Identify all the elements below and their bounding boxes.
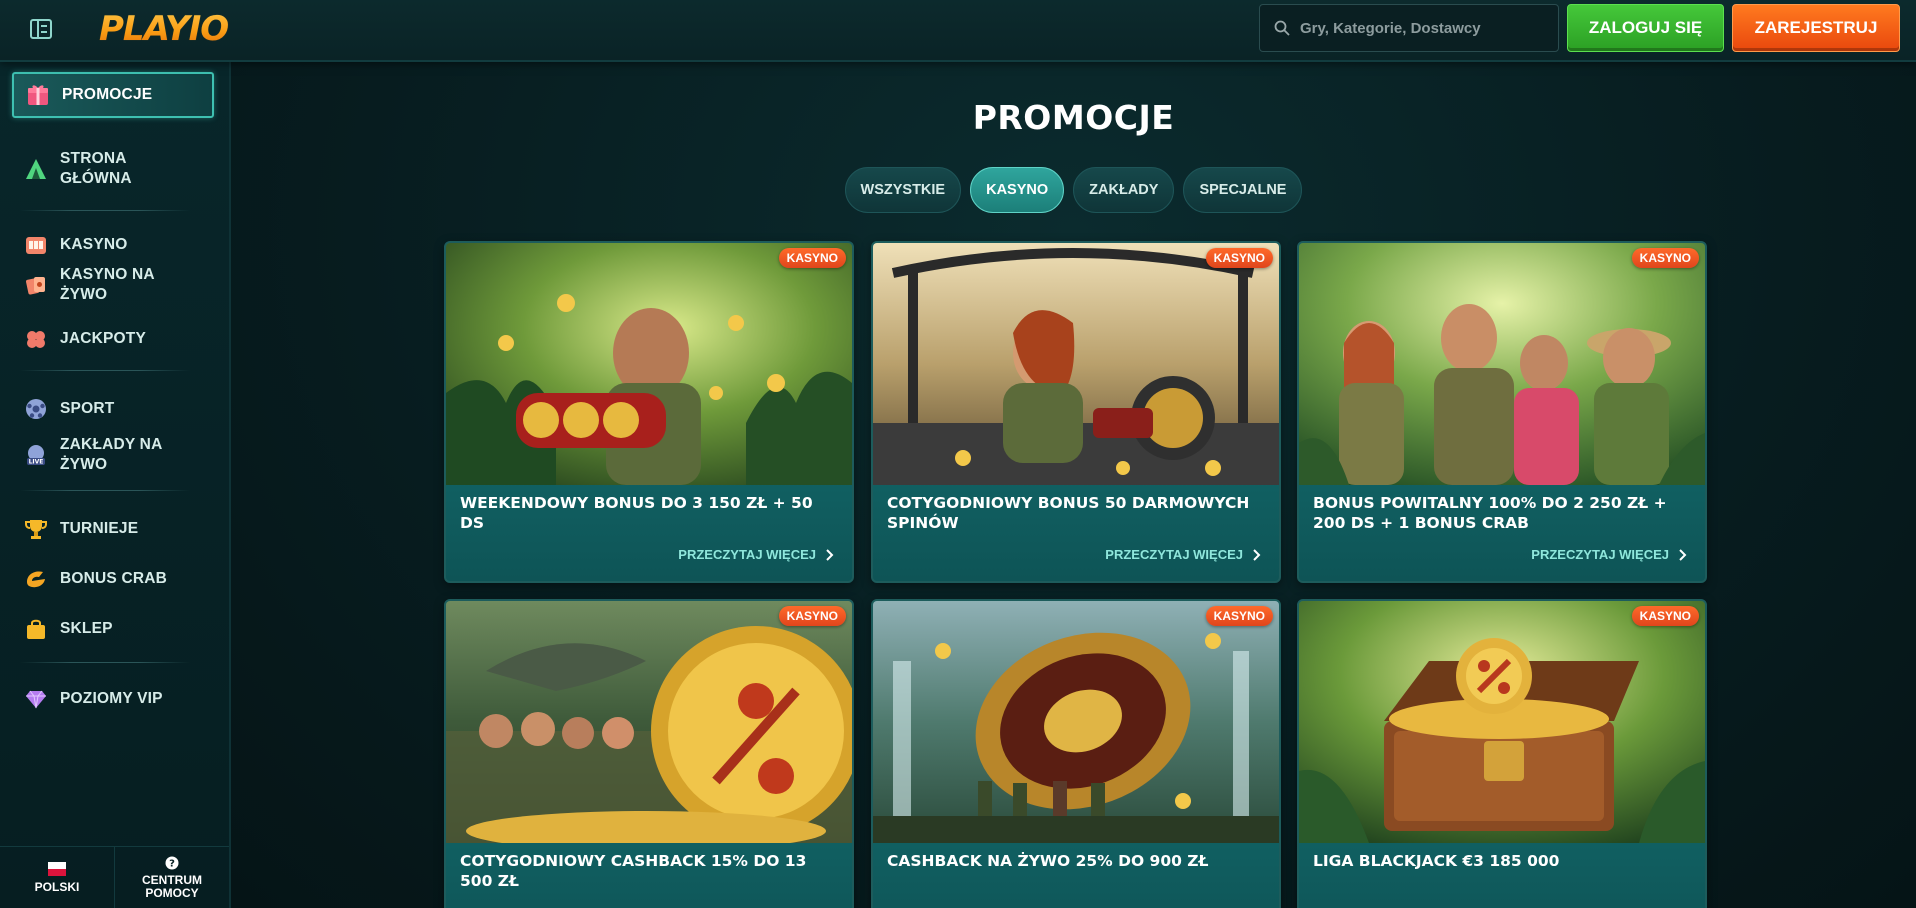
category-badge: KASYNO: [1631, 606, 1699, 626]
chevron-right-icon: [826, 548, 834, 561]
read-more-link[interactable]: PRZECZYTAJ WIĘCEJ: [678, 547, 834, 562]
shopping-bag-icon: [24, 617, 48, 641]
diamond-icon: [24, 687, 48, 711]
sidebar-item-poziomy-vip[interactable]: POZIOMY VIP: [12, 682, 214, 716]
promo-card[interactable]: KASYNO WEEKENDOWY BONUS DO 3 150 ZŁ + 50…: [444, 241, 854, 583]
category-badge: KASYNO: [778, 606, 846, 626]
slot-machine-icon: [24, 233, 48, 257]
read-more-label: PRZECZYTAJ WIĘCEJ: [678, 547, 816, 562]
tent-icon: [24, 157, 48, 181]
cards-icon: [24, 273, 48, 297]
help-icon: ?: [165, 856, 179, 869]
promo-image: [873, 243, 1279, 485]
promo-tabs: WSZYSTKIE KASYNO ZAKŁADY SPECJALNE: [231, 167, 1916, 213]
tab-kasyno[interactable]: KASYNO: [970, 167, 1065, 213]
sidebar-item-jackpoty[interactable]: JACKPOTY: [12, 322, 214, 356]
trophy-icon: [24, 517, 48, 541]
sidebar-item-sklep[interactable]: SKLEP: [12, 612, 214, 646]
sidebar-item-label: SPORT: [60, 400, 115, 417]
sidebar-divider: [20, 490, 190, 491]
promo-card[interactable]: KASYNO LIGA BLACKJACK €3 185 000: [1297, 599, 1707, 908]
gift-icon: [26, 83, 50, 107]
page-title: PROMOCJE: [972, 98, 1175, 137]
promo-image: [446, 243, 852, 485]
top-header: PLAYIO ZALOGUJ SIĘ ZAREJESTRUJ: [0, 0, 1916, 62]
promo-image: [1299, 601, 1705, 843]
sidebar-item-label: BONUS CRAB: [60, 570, 168, 587]
sidebar-footer: POLSKI ? CENTRUM POMOCY: [0, 846, 229, 908]
live-icon: LIVE: [24, 443, 48, 467]
brand-logo[interactable]: PLAYIO: [99, 6, 229, 52]
svg-text:LIVE: LIVE: [29, 459, 44, 466]
sidebar-item-sport[interactable]: SPORT: [12, 392, 214, 426]
sidebar-item-label: ZAKŁADY NA ŻYWO: [60, 436, 163, 473]
help-label: CENTRUM POMOCY: [142, 872, 202, 900]
sidebar-divider: [20, 370, 190, 371]
sidebar: PROMOCJE STRONA GŁÓWNA KASYNO KASYNO NA …: [0, 62, 231, 908]
read-more-label: PRZECZYTAJ WIĘCEJ: [1531, 547, 1669, 562]
main-content: PROMOCJE WSZYSTKIE KASYNO ZAKŁADY SPECJA…: [231, 62, 1916, 908]
search-icon: [1274, 20, 1290, 36]
sidebar-item-label: JACKPOTY: [60, 330, 147, 347]
tab-wszystkie[interactable]: WSZYSTKIE: [844, 167, 962, 213]
login-button[interactable]: ZALOGUJ SIĘ: [1567, 4, 1724, 52]
sidebar-item-zaklady-na-zywo[interactable]: LIVE ZAKŁADY NA ŻYWO: [12, 432, 214, 478]
sidebar-item-promocje[interactable]: PROMOCJE: [12, 72, 214, 118]
sidebar-item-label: PROMOCJE: [62, 86, 153, 103]
category-badge: KASYNO: [778, 248, 846, 268]
sidebar-item-label: KASYNO: [60, 236, 128, 253]
read-more-label: PRZECZYTAJ WIĘCEJ: [1105, 547, 1243, 562]
promo-image: [1299, 243, 1705, 485]
sidebar-item-strona-glowna[interactable]: STRONA GŁÓWNA: [12, 146, 214, 192]
sidebar-item-label: POZIOMY VIP: [60, 690, 163, 707]
sidebar-item-label: TURNIEJE: [60, 520, 139, 537]
sidebar-toggle-icon[interactable]: [28, 18, 54, 40]
sidebar-item-label: STRONA GŁÓWNA: [60, 150, 132, 187]
football-icon: [24, 397, 48, 421]
crab-claw-icon: [24, 567, 48, 591]
sidebar-divider: [20, 210, 190, 211]
sidebar-item-bonus-crab[interactable]: BONUS CRAB: [12, 562, 214, 596]
chevron-right-icon: [1253, 548, 1261, 561]
category-badge: KASYNO: [1631, 248, 1699, 268]
sidebar-divider: [20, 662, 190, 663]
promo-image: [446, 601, 852, 843]
help-center-link[interactable]: ? CENTRUM POMOCY: [114, 847, 229, 908]
sidebar-item-label: KASYNO NA ŻYWO: [60, 266, 155, 303]
promo-card[interactable]: KASYNO COTYGODNIOWY CASHBACK 15% DO 13 5…: [444, 599, 854, 908]
promo-card[interactable]: KASYNO COTYGODNIOWY BONUS 50 DARMOWYCH S…: [871, 241, 1281, 583]
register-button[interactable]: ZAREJESTRUJ: [1732, 4, 1900, 52]
sidebar-item-kasyno-na-zywo[interactable]: KASYNO NA ŻYWO: [12, 262, 214, 308]
read-more-link[interactable]: PRZECZYTAJ WIĘCEJ: [1531, 547, 1687, 562]
svg-text:?: ?: [169, 858, 175, 869]
promo-card[interactable]: KASYNO BONUS POWITALNY 100% DO 2 250 ZŁ …: [1297, 241, 1707, 583]
language-selector[interactable]: POLSKI: [0, 847, 114, 908]
search-input[interactable]: [1300, 19, 1540, 37]
read-more-link[interactable]: PRZECZYTAJ WIĘCEJ: [1105, 547, 1261, 562]
promo-title: WEEKENDOWY BONUS DO 3 150 ZŁ + 50 DS: [460, 494, 813, 532]
promo-title: BONUS POWITALNY 100% DO 2 250 ZŁ + 200 D…: [1313, 494, 1667, 532]
language-label: POLSKI: [34, 879, 80, 894]
tab-zaklady[interactable]: ZAKŁADY: [1073, 167, 1175, 213]
sidebar-item-turnieje[interactable]: TURNIEJE: [12, 512, 214, 546]
poland-flag-icon: [48, 861, 66, 876]
tab-specjalne[interactable]: SPECJALNE: [1183, 167, 1303, 213]
search-box[interactable]: [1259, 4, 1559, 52]
promo-title: COTYGODNIOWY CASHBACK 15% DO 13 500 ZŁ: [460, 852, 807, 890]
promo-title: LIGA BLACKJACK €3 185 000: [1313, 852, 1560, 870]
clover-icon: [24, 327, 48, 351]
category-badge: KASYNO: [1205, 606, 1273, 626]
promo-image: [873, 601, 1279, 843]
category-badge: KASYNO: [1205, 248, 1273, 268]
promo-title: CASHBACK NA ŻYWO 25% DO 900 ZŁ: [887, 852, 1209, 870]
chevron-right-icon: [1679, 548, 1687, 561]
promo-title: COTYGODNIOWY BONUS 50 DARMOWYCH SPINÓW: [887, 494, 1250, 532]
promo-card[interactable]: KASYNO CASHBACK NA ŻYWO 25% DO 900 ZŁ: [871, 599, 1281, 908]
sidebar-item-label: SKLEP: [60, 620, 113, 637]
